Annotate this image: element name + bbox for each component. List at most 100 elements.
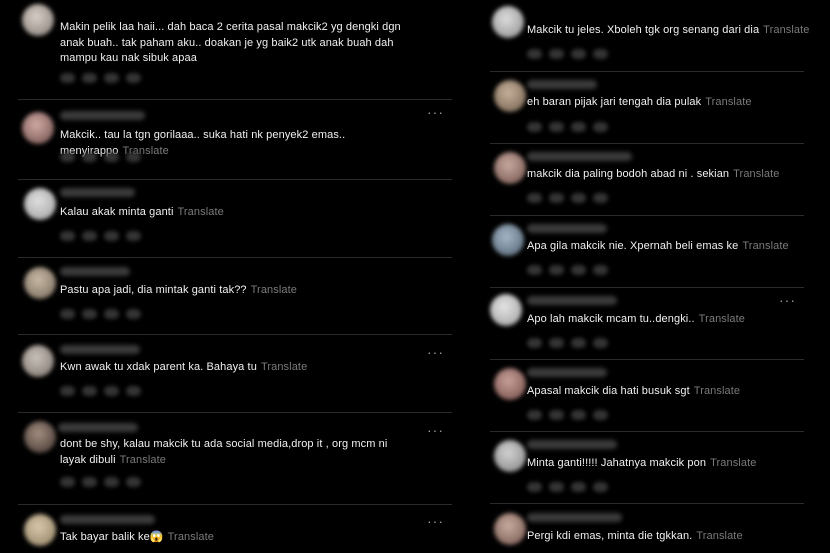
- reaction-icon[interactable]: [126, 152, 141, 162]
- reaction-icon[interactable]: [60, 309, 75, 319]
- translate-link[interactable]: Translate: [699, 313, 745, 325]
- translate-link[interactable]: Translate: [251, 284, 297, 296]
- translate-link[interactable]: Translate: [694, 385, 740, 397]
- reaction-icon[interactable]: [126, 386, 141, 396]
- reaction-icon[interactable]: [82, 309, 97, 319]
- avatar[interactable]: [22, 112, 54, 144]
- username[interactable]: [527, 513, 622, 522]
- reaction-icon[interactable]: [549, 122, 564, 132]
- username[interactable]: [58, 423, 138, 432]
- reaction-icon[interactable]: [549, 265, 564, 275]
- reaction-icon[interactable]: [527, 49, 542, 59]
- more-options-icon[interactable]: ···: [427, 514, 444, 528]
- translate-link[interactable]: Translate: [178, 206, 224, 218]
- avatar[interactable]: [24, 188, 56, 220]
- avatar[interactable]: [494, 368, 526, 400]
- avatar[interactable]: [22, 4, 54, 36]
- username[interactable]: [60, 515, 155, 524]
- avatar[interactable]: [492, 6, 524, 38]
- reaction-icon[interactable]: [104, 73, 119, 83]
- more-options-icon[interactable]: ···: [427, 345, 444, 359]
- reaction-icon[interactable]: [571, 193, 586, 203]
- reaction-icon[interactable]: [527, 338, 542, 348]
- avatar[interactable]: [24, 514, 56, 546]
- reaction-icon[interactable]: [593, 265, 608, 275]
- reaction-icon[interactable]: [104, 152, 119, 162]
- reaction-icon[interactable]: [571, 122, 586, 132]
- avatar[interactable]: [494, 513, 526, 545]
- username[interactable]: [527, 80, 597, 89]
- reaction-icon[interactable]: [527, 265, 542, 275]
- reaction-icon[interactable]: [60, 152, 75, 162]
- reaction-icon[interactable]: [549, 410, 564, 420]
- translate-link[interactable]: Translate: [168, 531, 214, 543]
- translate-link[interactable]: Translate: [120, 454, 166, 466]
- comment-item: ··· Makcik.. tau la tgn gorilaaa.. suka …: [0, 100, 452, 180]
- avatar[interactable]: [494, 440, 526, 472]
- avatar[interactable]: [492, 224, 524, 256]
- reaction-icon[interactable]: [593, 49, 608, 59]
- username[interactable]: [60, 111, 145, 120]
- reaction-icon[interactable]: [126, 231, 141, 241]
- reaction-icon[interactable]: [593, 338, 608, 348]
- reaction-icon[interactable]: [60, 231, 75, 241]
- reaction-icon[interactable]: [82, 386, 97, 396]
- reaction-icon[interactable]: [571, 338, 586, 348]
- reaction-icon[interactable]: [593, 122, 608, 132]
- translate-link[interactable]: Translate: [696, 530, 742, 542]
- reaction-icon[interactable]: [60, 477, 75, 487]
- reaction-icon[interactable]: [571, 49, 586, 59]
- reaction-icon[interactable]: [104, 386, 119, 396]
- reaction-icon[interactable]: [527, 122, 542, 132]
- reaction-icon[interactable]: [527, 193, 542, 203]
- reaction-icon[interactable]: [60, 386, 75, 396]
- avatar[interactable]: [24, 421, 56, 453]
- username[interactable]: [527, 368, 607, 377]
- reaction-icon[interactable]: [104, 309, 119, 319]
- reaction-icon[interactable]: [104, 231, 119, 241]
- avatar[interactable]: [490, 294, 522, 326]
- reaction-icon[interactable]: [549, 338, 564, 348]
- translate-link[interactable]: Translate: [733, 168, 779, 180]
- reaction-icon[interactable]: [82, 152, 97, 162]
- reaction-icon[interactable]: [126, 73, 141, 83]
- translate-link[interactable]: Translate: [261, 361, 307, 373]
- username[interactable]: [527, 224, 607, 233]
- reaction-icon[interactable]: [549, 49, 564, 59]
- avatar[interactable]: [494, 152, 526, 184]
- reaction-icon[interactable]: [549, 193, 564, 203]
- reaction-icon[interactable]: [82, 231, 97, 241]
- reaction-icon[interactable]: [104, 477, 119, 487]
- reaction-icon[interactable]: [549, 482, 564, 492]
- reaction-icon[interactable]: [82, 477, 97, 487]
- username[interactable]: [60, 345, 140, 354]
- username[interactable]: [60, 188, 135, 197]
- username[interactable]: [60, 267, 130, 276]
- reaction-icon[interactable]: [60, 73, 75, 83]
- username[interactable]: [527, 440, 617, 449]
- reaction-icon[interactable]: [82, 73, 97, 83]
- translate-link[interactable]: Translate: [705, 96, 751, 108]
- more-options-icon[interactable]: ···: [779, 293, 796, 307]
- avatar[interactable]: [24, 267, 56, 299]
- reaction-icon[interactable]: [593, 482, 608, 492]
- username[interactable]: [527, 152, 632, 161]
- translate-link[interactable]: Translate: [742, 240, 788, 252]
- avatar[interactable]: [22, 345, 54, 377]
- translate-link[interactable]: Translate: [710, 457, 756, 469]
- reaction-icon[interactable]: [571, 265, 586, 275]
- reaction-icon[interactable]: [126, 309, 141, 319]
- more-options-icon[interactable]: ···: [427, 105, 444, 119]
- avatar[interactable]: [494, 80, 526, 112]
- reaction-icon[interactable]: [527, 482, 542, 492]
- reaction-icon[interactable]: [527, 410, 542, 420]
- username[interactable]: [527, 296, 617, 305]
- comment-text: Pastu apa jadi, dia mintak ganti tak?? Tr…: [60, 284, 297, 296]
- more-options-icon[interactable]: ···: [427, 423, 444, 437]
- translate-link[interactable]: Translate: [763, 24, 809, 36]
- reaction-icon[interactable]: [126, 477, 141, 487]
- reaction-icon[interactable]: [593, 193, 608, 203]
- reaction-icon[interactable]: [571, 482, 586, 492]
- reaction-icon[interactable]: [571, 410, 586, 420]
- reaction-icon[interactable]: [593, 410, 608, 420]
